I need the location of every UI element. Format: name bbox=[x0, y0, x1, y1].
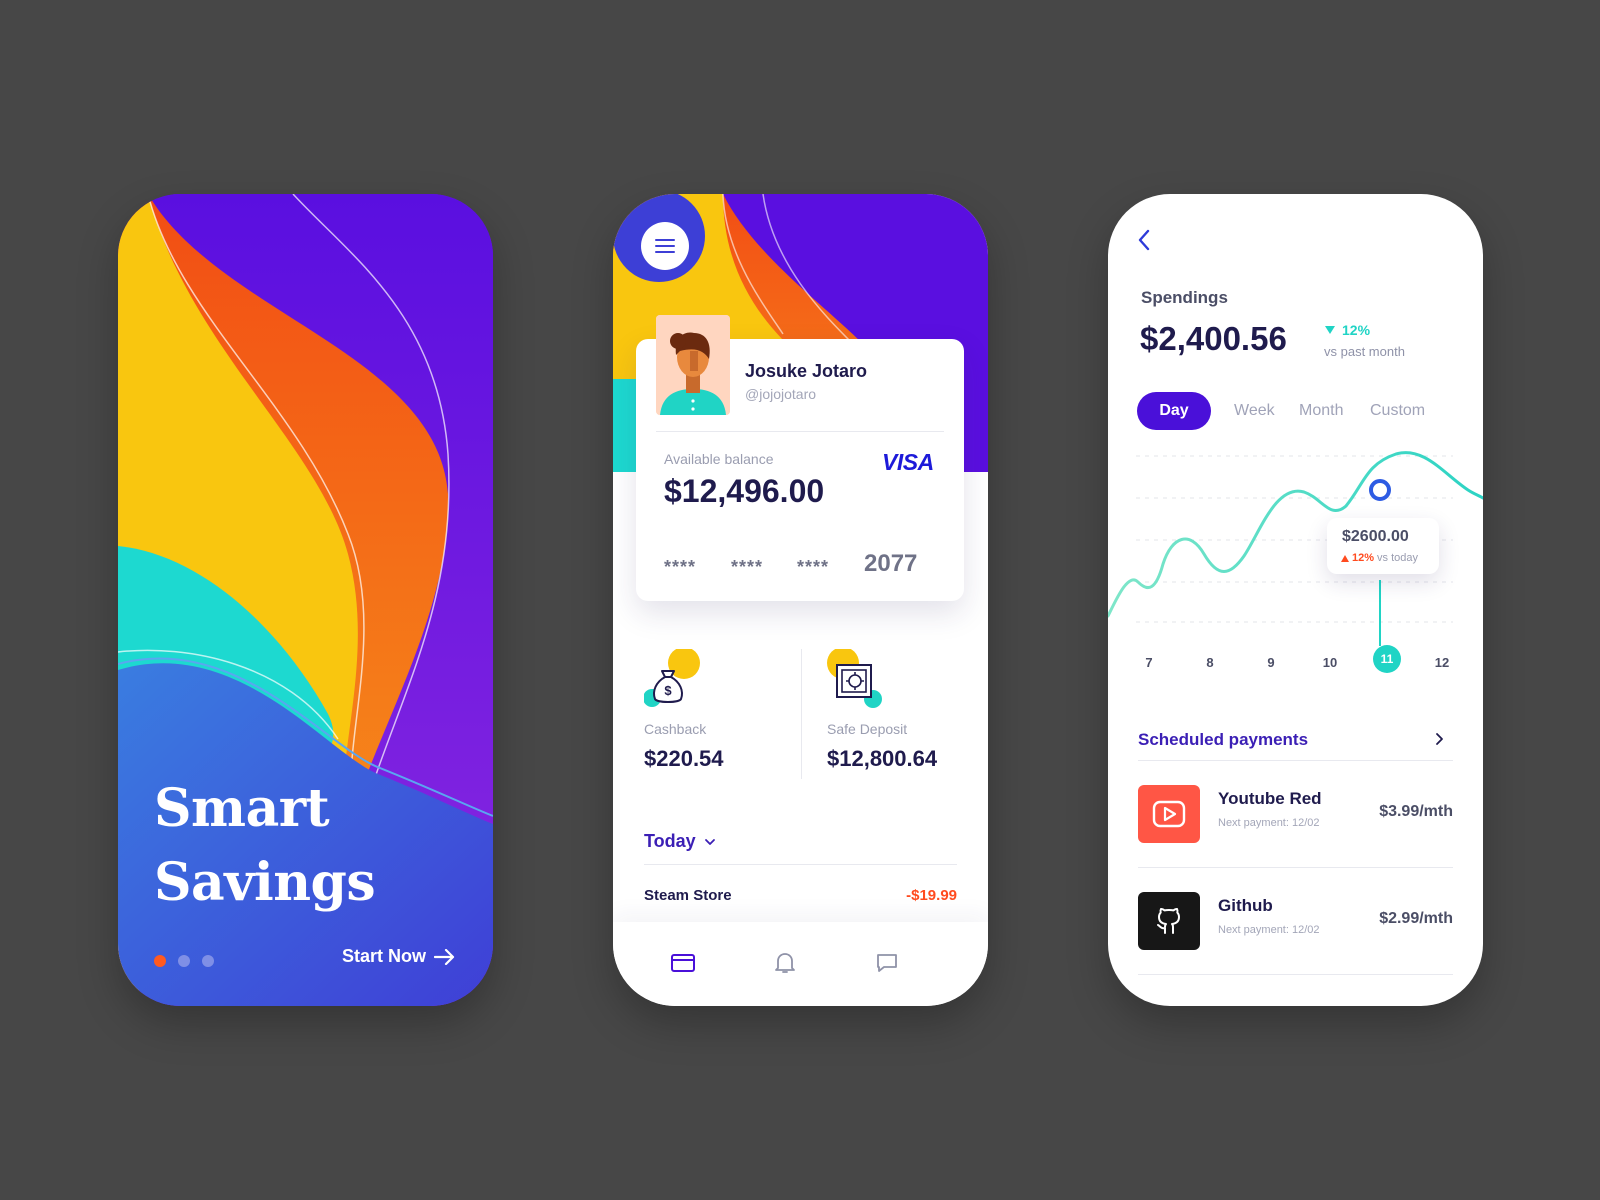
page-dot-3[interactable] bbox=[202, 955, 214, 967]
cashback-value: $220.54 bbox=[644, 746, 724, 771]
x-tick-label[interactable]: 9 bbox=[1256, 655, 1286, 670]
visa-logo: VISA bbox=[882, 449, 934, 475]
x-tick-label[interactable]: 8 bbox=[1195, 655, 1225, 670]
cashback-label: Cashback bbox=[644, 721, 707, 737]
safe-icon bbox=[827, 647, 882, 708]
tab-day[interactable]: Day bbox=[1137, 392, 1211, 430]
balance-card[interactable]: Josuke Jotaro @jojojotaro Available bala… bbox=[636, 315, 964, 601]
spendings-delta-note: vs past month bbox=[1324, 344, 1405, 359]
payment-price: $2.99/mth bbox=[1379, 910, 1453, 927]
safe-deposit-value: $12,800.64 bbox=[827, 746, 938, 771]
title-line-1: Smart bbox=[154, 778, 330, 839]
safe-deposit-stat[interactable]: Safe Deposit $12,800.64 bbox=[827, 647, 937, 771]
page-indicator bbox=[154, 955, 214, 967]
svg-text:$: $ bbox=[664, 683, 672, 698]
balance-label: Available balance bbox=[664, 451, 774, 467]
payment-name: Github bbox=[1218, 896, 1273, 915]
user-avatar-illustration bbox=[656, 315, 730, 415]
menu-button[interactable] bbox=[641, 222, 689, 270]
start-now-button[interactable]: Start Now bbox=[342, 946, 456, 967]
bell-icon bbox=[775, 953, 795, 973]
scheduled-payments-more-button[interactable] bbox=[1434, 732, 1444, 751]
transaction-name: Steam Store bbox=[644, 887, 732, 904]
tab-custom[interactable]: Custom bbox=[1370, 392, 1425, 430]
hamburger-menu-icon bbox=[655, 239, 675, 253]
spendings-total: $2,400.56 bbox=[1140, 320, 1287, 357]
tooltip-note: vs today bbox=[1377, 552, 1418, 564]
back-button[interactable] bbox=[1136, 228, 1152, 257]
payment-name: Youtube Red bbox=[1218, 789, 1322, 808]
onboarding-title: Smart Savings bbox=[154, 772, 376, 920]
triangle-up-icon bbox=[1341, 554, 1349, 562]
triangle-down-icon bbox=[1325, 326, 1335, 334]
list-divider bbox=[644, 864, 957, 865]
spendings-screen: Spendings $2,400.56 12% vs past month Da… bbox=[1108, 194, 1483, 1006]
tooltip-delta-value: 12% bbox=[1352, 552, 1375, 564]
bottom-tab-bar bbox=[613, 922, 988, 1006]
tab-cards[interactable] bbox=[666, 946, 700, 980]
chart-tooltip: $2600.00 12% vs today bbox=[1327, 518, 1439, 574]
period-dropdown[interactable]: Today bbox=[644, 831, 716, 852]
spendings-delta-value: 12% bbox=[1342, 322, 1371, 338]
section-divider bbox=[1138, 760, 1453, 761]
x-tick-label-selected[interactable]: 11 bbox=[1373, 645, 1401, 673]
chat-icon bbox=[877, 954, 897, 972]
tab-messages[interactable] bbox=[870, 946, 904, 980]
tab-week[interactable]: Week bbox=[1234, 392, 1275, 430]
payment-row-youtube[interactable]: Youtube Red Next payment: 12/02 $3.99/mt… bbox=[1138, 785, 1453, 847]
payment-price: $3.99/mth bbox=[1379, 803, 1453, 820]
youtube-icon bbox=[1138, 785, 1200, 843]
tooltip-value: $2600.00 bbox=[1342, 528, 1409, 545]
scheduled-payments-title: Scheduled payments bbox=[1138, 730, 1309, 749]
user-handle: @jojojotaro bbox=[745, 386, 817, 402]
cashback-stat[interactable]: $ Cashback $220.54 bbox=[643, 647, 724, 771]
safe-deposit-label: Safe Deposit bbox=[827, 721, 908, 737]
page-dot-1[interactable] bbox=[154, 955, 166, 967]
card-icon bbox=[671, 954, 695, 972]
money-bag-icon: $ bbox=[643, 647, 700, 707]
x-tick-label[interactable]: 7 bbox=[1134, 655, 1164, 670]
stats-divider bbox=[801, 649, 802, 779]
github-icon bbox=[1138, 892, 1200, 950]
transaction-amount: -$19.99 bbox=[906, 887, 957, 904]
spendings-delta: 12% bbox=[1324, 322, 1370, 338]
chevron-left-icon bbox=[1138, 229, 1150, 251]
arrow-right-icon bbox=[434, 948, 455, 965]
row-divider bbox=[1138, 974, 1453, 975]
page-dot-2[interactable] bbox=[178, 955, 190, 967]
chevron-down-icon bbox=[704, 838, 715, 845]
title-line-2: Savings bbox=[154, 852, 376, 913]
tooltip-delta: 12% vs today bbox=[1341, 552, 1418, 564]
period-label: Today bbox=[644, 831, 696, 851]
row-divider bbox=[1138, 867, 1453, 868]
payment-next-date: Next payment: 12/02 bbox=[1218, 924, 1320, 936]
chevron-right-icon bbox=[1436, 733, 1443, 745]
avatar[interactable] bbox=[656, 315, 730, 415]
x-tick-label[interactable]: 12 bbox=[1427, 655, 1457, 670]
balance-value: $12,496.00 bbox=[664, 473, 825, 509]
card-number-group-1: **** bbox=[664, 557, 697, 577]
spendings-title: Spendings bbox=[1141, 288, 1228, 307]
payment-row-github[interactable]: Github Next payment: 12/02 $2.99/mth bbox=[1138, 892, 1453, 954]
card-divider bbox=[656, 431, 944, 432]
payment-next-date: Next payment: 12/02 bbox=[1218, 817, 1320, 829]
card-last-four: 2077 bbox=[864, 550, 918, 577]
onboarding-screen: Smart Savings Start Now bbox=[118, 194, 493, 1006]
tab-month[interactable]: Month bbox=[1299, 392, 1343, 430]
start-now-label: Start Now bbox=[342, 946, 427, 966]
wallet-screen: Josuke Jotaro @jojojotaro Available bala… bbox=[613, 194, 988, 1006]
card-number-group-2: **** bbox=[731, 557, 764, 577]
card-number-group-3: **** bbox=[797, 557, 830, 577]
highlight-point-marker[interactable] bbox=[1369, 479, 1391, 501]
x-tick-label[interactable]: 10 bbox=[1315, 655, 1345, 670]
tab-notifications[interactable] bbox=[768, 946, 802, 980]
user-name: Josuke Jotaro bbox=[745, 361, 868, 381]
